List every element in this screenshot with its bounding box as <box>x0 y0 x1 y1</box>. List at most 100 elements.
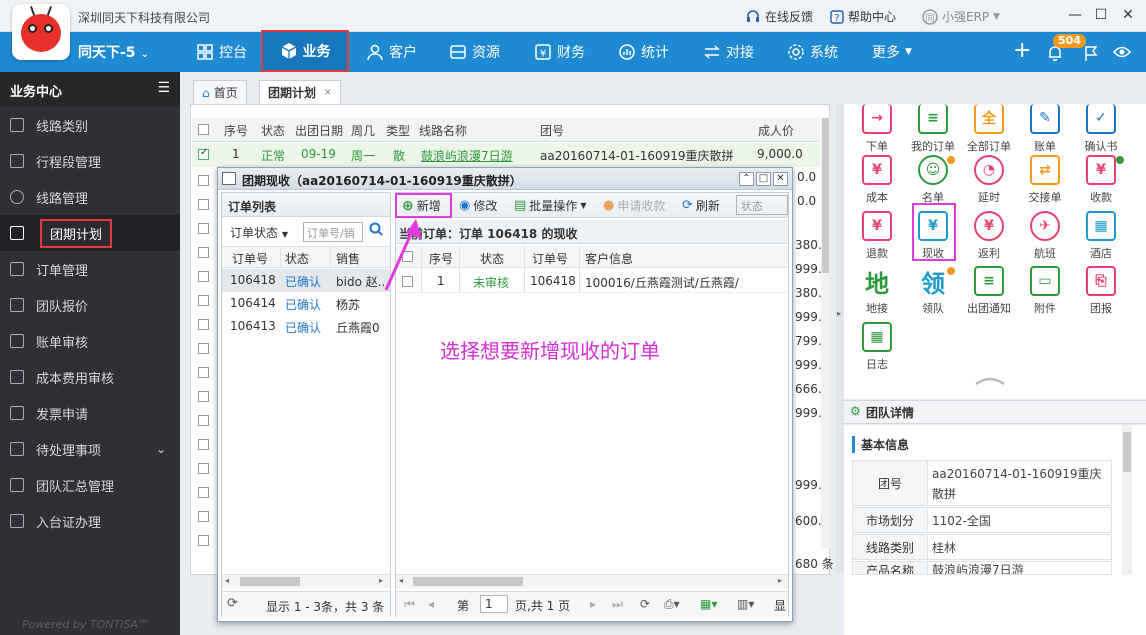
order-search-input[interactable]: 订单号/销 <box>303 222 363 242</box>
sidebar-item-bill-audit[interactable]: 账单审核 <box>0 323 180 359</box>
prev-page-icon[interactable]: ◂ <box>428 597 434 611</box>
row-checkbox[interactable] <box>198 175 209 186</box>
my-orders-button[interactable]: ≡ 我的订单 <box>905 104 961 160</box>
bill-button[interactable]: ✎ 账单 <box>1017 104 1073 160</box>
scroll-right-icon[interactable]: ▸ <box>778 576 782 585</box>
local-agency-button[interactable]: 地地接 <box>849 266 905 322</box>
sidebar-item-quote[interactable]: 团队报价 <box>0 287 180 323</box>
add-icon[interactable]: + <box>1013 40 1031 62</box>
all-orders-button[interactable]: 全全部订单 <box>961 104 1017 160</box>
maximize-dialog-button[interactable]: □ <box>756 172 771 186</box>
eye-icon[interactable] <box>1112 45 1132 62</box>
row-checkbox[interactable] <box>198 535 209 546</box>
row-checkbox[interactable] <box>198 463 209 474</box>
row-checkbox[interactable] <box>198 415 209 426</box>
group-report-button[interactable]: ⎘ 团报 <box>1073 266 1129 322</box>
row-checkbox[interactable] <box>198 319 209 330</box>
excel-icon[interactable]: ▦▾ <box>700 597 717 611</box>
row-checkbox[interactable]: ✓ <box>198 147 209 160</box>
tab-home[interactable]: ⌂ 首页 <box>193 80 247 104</box>
nav-system[interactable]: 系统 <box>781 32 844 72</box>
maximize-button[interactable]: ☐ <box>1092 6 1110 24</box>
sidebar-item-route[interactable]: 线路管理 <box>0 179 180 215</box>
sidebar-item-team-plan[interactable]: 团期计划 <box>0 215 180 251</box>
nav-console[interactable]: 控台 <box>190 32 253 72</box>
receipt-scrollbar-thumb[interactable] <box>413 577 523 586</box>
row-checkbox[interactable] <box>198 271 209 282</box>
state-filter-input[interactable]: 状态 <box>736 195 788 215</box>
next-page-icon[interactable]: ▸ <box>590 597 596 611</box>
nav-finance[interactable]: ¥ 财务 <box>528 32 591 72</box>
row-checkbox[interactable] <box>198 487 209 498</box>
product-menu[interactable]: 同 小强ERP ▼ <box>922 8 1000 25</box>
close-window-button[interactable]: ✕ <box>1119 6 1137 24</box>
cost-button[interactable]: ¥ 成本 <box>849 155 905 211</box>
handover-button[interactable]: ⇄ 交接单 <box>1017 155 1073 211</box>
attachment-button[interactable]: ▭ 附件 <box>1017 266 1073 322</box>
row-checkbox[interactable] <box>198 343 209 354</box>
scroll-left-icon[interactable]: ◂ <box>225 576 229 585</box>
quick-order-button[interactable]: → 下单 <box>849 104 905 160</box>
collapse-up-icon[interactable] <box>974 376 1006 386</box>
delay-button[interactable]: ◔ 延时 <box>961 155 1017 211</box>
log-button[interactable]: ▦ 日志 <box>849 322 905 378</box>
row-checkbox[interactable] <box>198 295 209 306</box>
scroll-left-icon[interactable]: ◂ <box>399 576 403 585</box>
row-checkbox[interactable] <box>198 247 209 258</box>
sidebar-item-orders[interactable]: 订单管理 <box>0 251 180 287</box>
cell-route-link[interactable]: 鼓浪屿浪漫7日游 <box>421 147 513 164</box>
feedback-link[interactable]: 在线反馈 <box>745 8 813 25</box>
flag-icon[interactable] <box>1083 44 1099 65</box>
select-all-checkbox[interactable] <box>198 124 209 135</box>
panel-splitter[interactable]: ▸ <box>836 104 844 574</box>
close-dialog-button[interactable]: ✕ <box>773 172 788 186</box>
scroll-right-icon[interactable]: ▸ <box>379 576 383 585</box>
rebate-button[interactable]: ¥ 返利 <box>961 211 1017 267</box>
order-list-scrollbar-thumb[interactable] <box>240 577 300 586</box>
row-checkbox[interactable] <box>198 367 209 378</box>
details-scrollbar-thumb[interactable] <box>1123 432 1131 472</box>
flight-button[interactable]: ✈ 航班 <box>1017 211 1073 267</box>
nav-customer[interactable]: 客户 <box>360 32 423 72</box>
tab-team-plan[interactable]: 团期计划 ✕ <box>259 80 341 104</box>
nav-integration[interactable]: 对接 <box>697 32 760 72</box>
grid-scrollbar-thumb[interactable] <box>822 118 829 273</box>
refund-button[interactable]: ¥ 退款 <box>849 211 905 267</box>
row-checkbox[interactable] <box>198 391 209 402</box>
apply-receipt-button[interactable]: ● 申请收款 <box>603 197 665 214</box>
confirmation-button[interactable]: ✓ 确认书 <box>1073 104 1129 160</box>
departure-notice-button[interactable]: ≡ 出团通知 <box>961 266 1017 322</box>
close-tab-icon[interactable]: ✕ <box>324 88 332 98</box>
nav-more[interactable]: 更多 ▼ <box>866 32 918 72</box>
sidebar-item-itinerary[interactable]: 行程段管理 <box>0 143 180 179</box>
print-icon[interactable]: ⎙▾ <box>664 597 680 612</box>
refresh-button[interactable]: ⟳ 刷新 <box>682 197 720 214</box>
row-checkbox[interactable] <box>198 439 209 450</box>
row-checkbox[interactable] <box>198 223 209 234</box>
minimize-button[interactable]: — <box>1066 6 1084 24</box>
collapse-menu-icon[interactable]: ☰ <box>157 80 170 96</box>
nav-resource[interactable]: 资源 <box>443 32 506 72</box>
row-checkbox[interactable] <box>198 511 209 522</box>
order-status-filter[interactable]: 订单状态 ▼ <box>230 224 288 241</box>
hotel-button[interactable]: ▦ 酒店 <box>1073 211 1129 267</box>
sidebar-item-route-category[interactable]: 线路类别 <box>0 107 180 143</box>
nav-stats[interactable]: 统计 <box>612 32 675 72</box>
sidebar-item-entry-permit[interactable]: 入台证办理 <box>0 503 180 539</box>
help-link[interactable]: ? 帮助中心 <box>830 8 896 25</box>
collapse-dialog-button[interactable]: ⌃ <box>739 172 754 186</box>
page-input[interactable]: 1 <box>480 595 508 613</box>
columns-icon[interactable]: ▥▾ <box>737 597 754 611</box>
sidebar-item-invoice[interactable]: 发票申请 <box>0 395 180 431</box>
nav-business[interactable]: 业务 <box>261 30 349 72</box>
sidebar-item-pending[interactable]: 待处理事项 ⌄ <box>0 431 180 467</box>
sidebar-item-cost-audit[interactable]: 成本费用审核 <box>0 359 180 395</box>
batch-button[interactable]: ▤ 批量操作 ▼ <box>514 197 586 214</box>
refresh-icon[interactable]: ⟳ <box>640 597 650 611</box>
sidebar-item-summary[interactable]: 团队汇总管理 <box>0 467 180 503</box>
unit-selector[interactable]: 同天下-5 ⌄ <box>78 42 149 62</box>
row-checkbox[interactable] <box>198 199 209 210</box>
first-page-icon[interactable]: ⏮ <box>404 597 415 612</box>
refresh-icon[interactable]: ⟳ <box>227 596 238 611</box>
last-page-icon[interactable]: ⏭ <box>612 597 623 612</box>
